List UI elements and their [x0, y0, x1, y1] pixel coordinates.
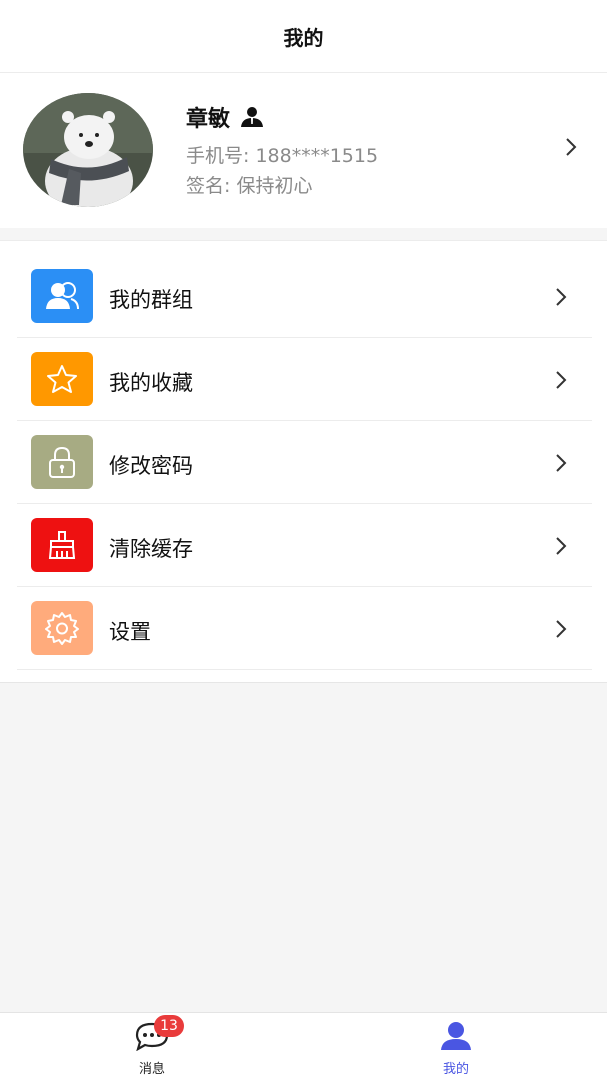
- menu-item-change-password[interactable]: 修改密码: [17, 421, 592, 504]
- lock-icon: [31, 435, 93, 489]
- broom-icon: [31, 518, 93, 572]
- phone-number: 手机号: 188****1515: [186, 145, 379, 167]
- menu-item-label: 设置: [109, 620, 151, 644]
- group-icon: [31, 269, 93, 323]
- menu-item-clear-cache[interactable]: 清除缓存: [17, 504, 592, 587]
- person-icon: [440, 1021, 472, 1055]
- user-name: 章敏: [186, 107, 231, 132]
- page-title: 我的: [283, 25, 324, 50]
- tab-label: 消息: [138, 1062, 165, 1077]
- tab-mine[interactable]: 我的: [356, 1013, 556, 1080]
- avatar[interactable]: [23, 93, 153, 207]
- chevron-right-icon: [555, 370, 567, 394]
- tab-label: 我的: [442, 1062, 469, 1077]
- user-icon: [240, 106, 264, 128]
- chevron-right-icon: [565, 137, 577, 161]
- chevron-right-icon: [555, 453, 567, 477]
- menu-item-settings[interactable]: 设置: [17, 587, 592, 670]
- star-icon: [31, 352, 93, 406]
- menu-list: 我的群组 我的收藏 修改密码 清除缓存 设置: [0, 240, 607, 683]
- chevron-right-icon: [555, 287, 567, 311]
- profile-card[interactable]: 章敏 手机号: 188****1515 签名: 保持初心: [0, 73, 607, 228]
- gear-icon: [31, 601, 93, 655]
- bottom-tab-bar: 13 消息 我的: [0, 1012, 607, 1080]
- unread-badge: 13: [154, 1015, 184, 1037]
- menu-item-label: 我的收藏: [109, 371, 193, 395]
- signature: 签名: 保持初心: [186, 175, 313, 197]
- menu-item-groups[interactable]: 我的群组: [17, 241, 592, 338]
- top-bar: 我的: [0, 0, 607, 73]
- chevron-right-icon: [555, 619, 567, 643]
- menu-item-label: 修改密码: [109, 454, 193, 478]
- menu-item-label: 我的群组: [109, 288, 193, 312]
- name-row: 章敏: [186, 101, 264, 133]
- chevron-right-icon: [555, 536, 567, 560]
- menu-item-favorites[interactable]: 我的收藏: [17, 338, 592, 421]
- menu-item-label: 清除缓存: [109, 537, 193, 561]
- tab-messages[interactable]: 13 消息: [52, 1013, 252, 1080]
